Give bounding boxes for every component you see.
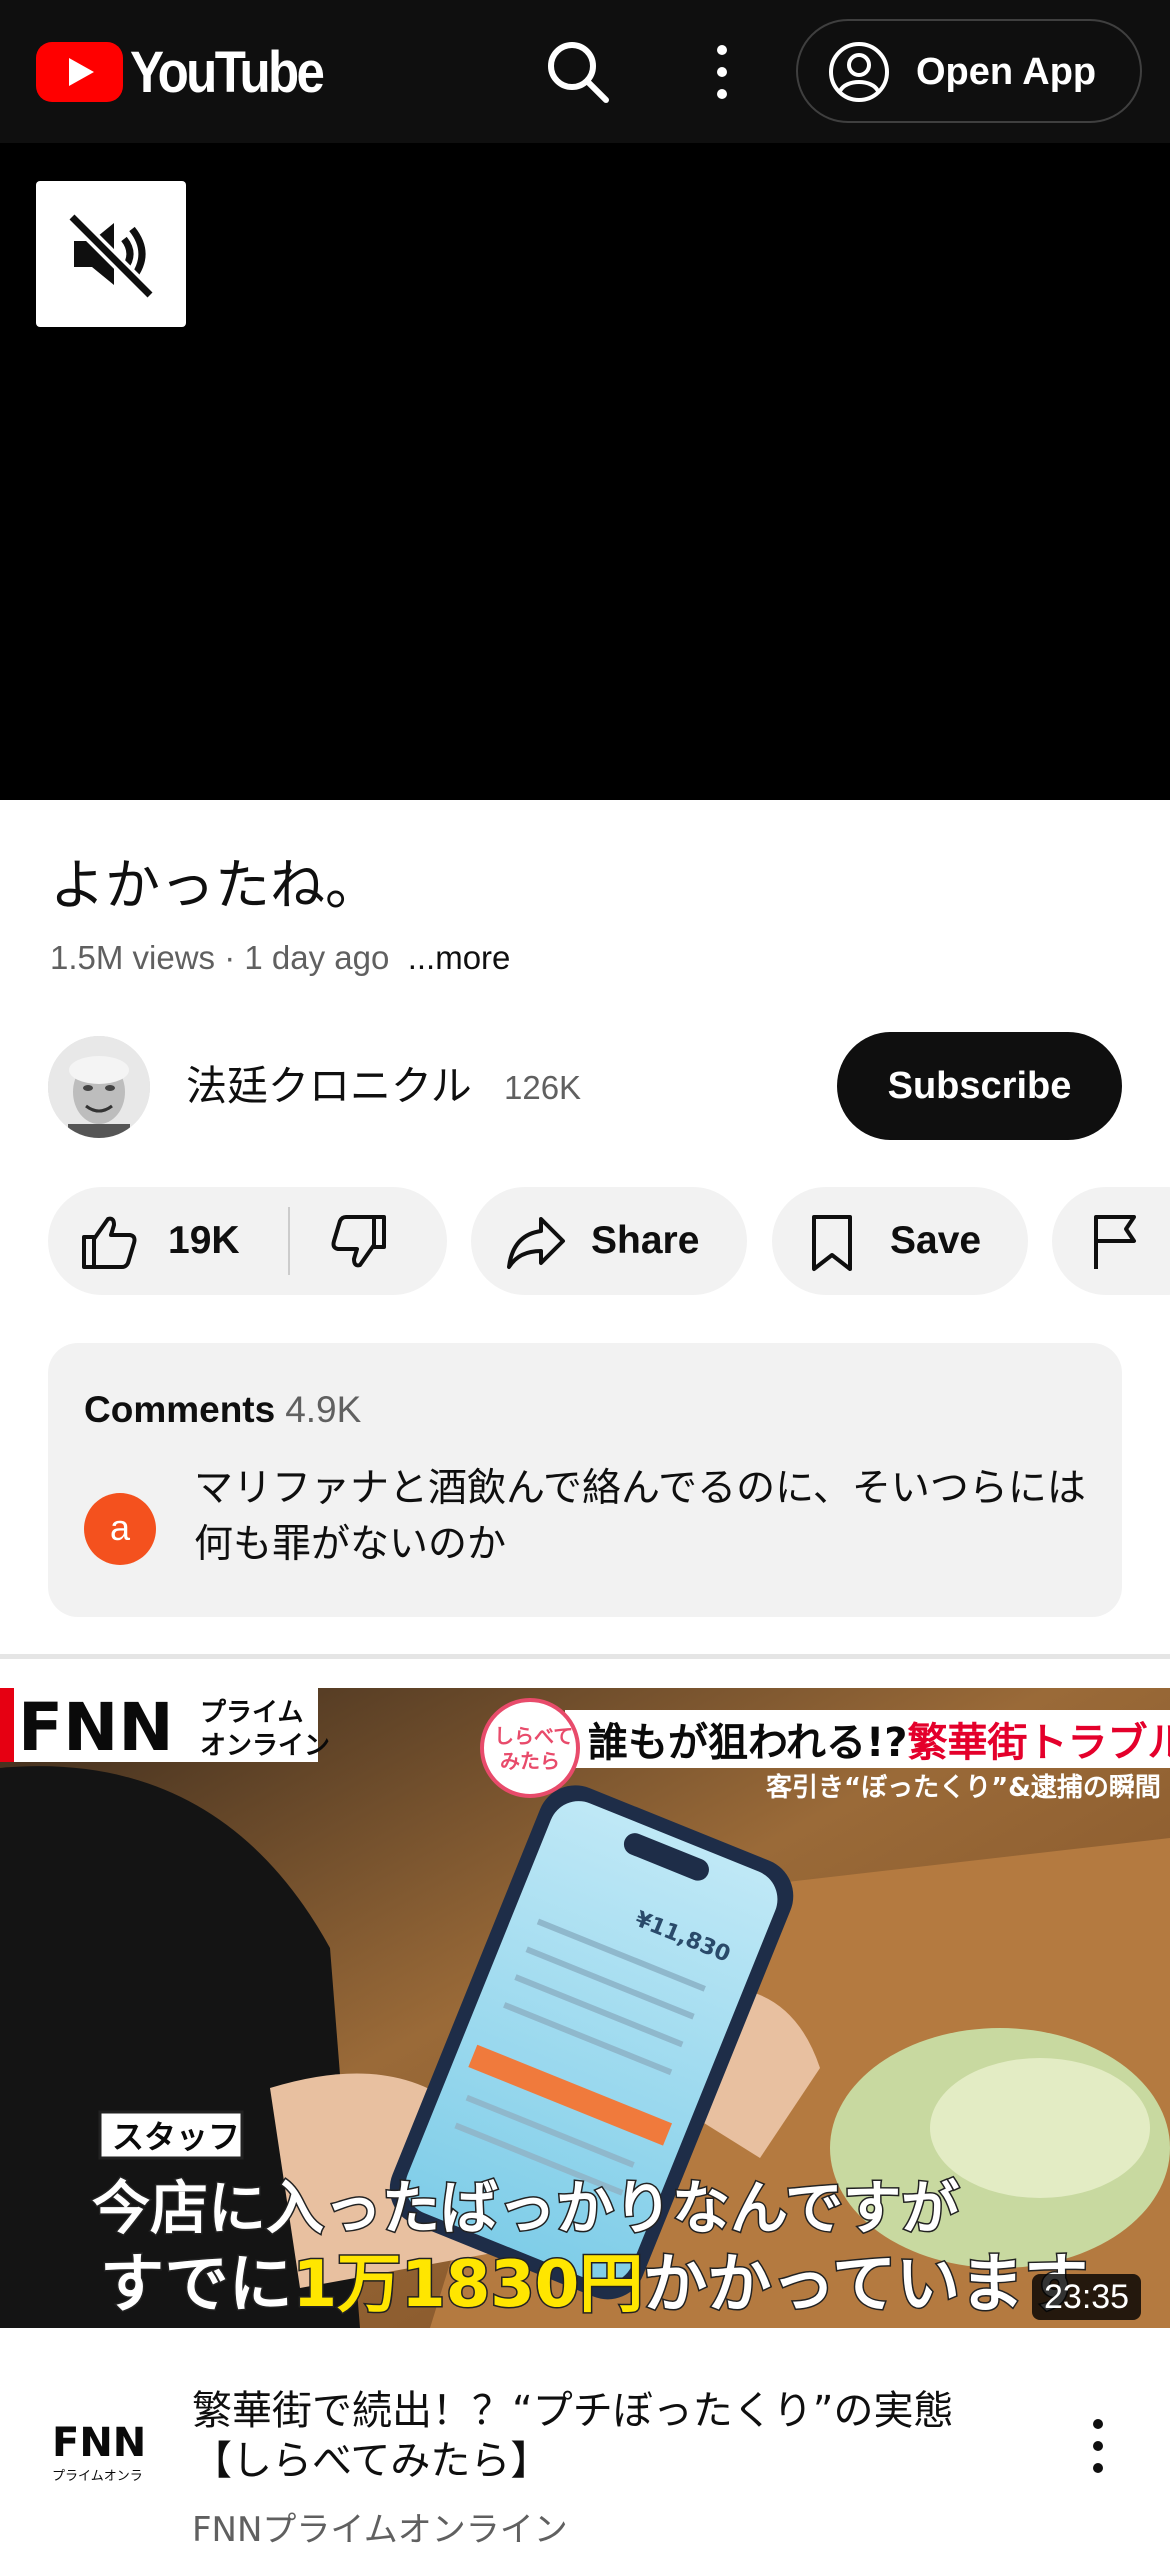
thumbnail-artwork: ¥11,830 FNN プライム オンライン しらべて みたら 誰もが狙われる!… [0, 1688, 1170, 2328]
more-description-link[interactable]: ...more [408, 939, 511, 976]
badge-text-1: しらべて [494, 1724, 573, 1748]
flag-icon [1090, 1213, 1140, 1271]
badge-text-2: みたら [500, 1749, 560, 1773]
caption-line-2: すでに1万1830円かかっています [100, 2248, 1088, 2322]
open-app-button[interactable]: Open App [796, 19, 1142, 123]
upload-age: 1 day ago [244, 939, 390, 976]
search-icon[interactable] [542, 36, 614, 108]
share-icon [505, 1213, 567, 1271]
volume-off-icon[interactable] [36, 181, 186, 327]
dislike-icon[interactable] [330, 1213, 388, 1271]
headline-text: 誰もが狙われる!?繁華街トラブル [588, 1720, 1170, 1766]
commenter-avatar: a [84, 1493, 156, 1565]
top-comment-text: マリファナと酒飲んで絡んでるのに、そいつらには何も罪がないのか [194, 1466, 1086, 1567]
like-divider [288, 1207, 290, 1275]
fnn-logo-sub-2: オンライン [200, 1731, 330, 1761]
save-label: Save [890, 1219, 982, 1262]
fnn-channel-logo-sub: プライムオンライン [52, 2469, 144, 2484]
next-video-title[interactable]: 繁華街で続出！？“プチぼったくり”の実態【しらべてみたら】 [192, 2386, 1022, 2486]
more-vert-icon[interactable] [692, 36, 752, 108]
account-circle-icon [828, 41, 890, 103]
view-count: 1.5M views [50, 939, 216, 976]
like-count[interactable]: 19K [168, 1215, 240, 1267]
fnn-logo-text: FNN [18, 1689, 174, 1766]
fnn-logo-sub-1: プライム [200, 1698, 303, 1728]
next-channel-avatar[interactable]: FNN プライムオンライン [48, 2416, 169, 2488]
channel-avatar[interactable] [48, 1036, 150, 1138]
comments-teaser[interactable]: Comments 4.9K a マリファナと酒飲んで絡んでるのに、そいつらには何も… [48, 1343, 1122, 1617]
open-app-label: Open App [916, 51, 1097, 93]
caption-line-1: 今店に入ったばっかりなんですが [92, 2174, 959, 2242]
subscribe-button[interactable]: Subscribe [837, 1032, 1122, 1140]
comments-count: 4.9K [285, 1389, 362, 1430]
next-video-thumbnail[interactable]: ¥11,830 FNN プライム オンライン しらべて みたら 誰もが狙われる!… [0, 1688, 1170, 2328]
comments-label: Comments [84, 1389, 276, 1430]
like-dislike-segment: 19K [48, 1187, 447, 1295]
video-player[interactable] [0, 143, 1170, 800]
comments-header: Comments 4.9K [84, 1385, 361, 1435]
like-icon[interactable] [80, 1213, 138, 1271]
fnn-channel-logo-text: FNN [52, 2420, 144, 2466]
youtube-logo-icon[interactable] [36, 42, 123, 102]
speaker-label: スタッフ [112, 2118, 240, 2156]
next-video-channel-name[interactable]: FNNプライムオンライン [192, 2508, 568, 2552]
share-button[interactable]: Share [471, 1187, 747, 1295]
subheadline-text: 客引き“ぼったくり”&逮捕の瞬間 [766, 1772, 1161, 1803]
save-button[interactable]: Save [772, 1187, 1028, 1295]
video-metadata[interactable]: 1.5M views · 1 day ago ...more [50, 935, 510, 981]
top-app-bar: YouTube Open App [0, 0, 1170, 143]
youtube-logo-text[interactable]: YouTube [130, 38, 325, 108]
more-vert-icon[interactable] [1078, 2410, 1118, 2482]
video-title[interactable]: よかったね。 [50, 850, 380, 920]
report-button[interactable] [1052, 1187, 1170, 1295]
subscriber-count: 126K [504, 1069, 582, 1106]
meta-separator: · [215, 939, 245, 976]
video-duration-badge: 23:35 [1032, 2274, 1142, 2320]
share-label: Share [591, 1219, 700, 1262]
section-divider [0, 1654, 1170, 1659]
bookmark-icon [808, 1213, 856, 1273]
channel-name[interactable]: 法廷クロニクル [186, 1058, 472, 1114]
